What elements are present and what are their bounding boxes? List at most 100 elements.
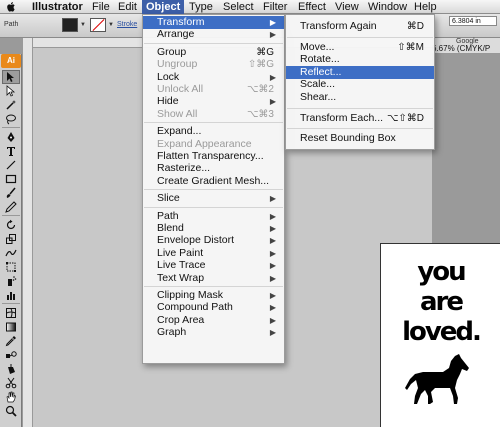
transform-menu-item-rotate[interactable]: Rotate... [286, 53, 434, 66]
submenu-arrow-icon: ▶ [269, 72, 276, 82]
menu-item-label: Scale... [300, 78, 336, 91]
object-menu-item-crop-area[interactable]: Crop Area ▶ [143, 314, 284, 327]
menu-type[interactable]: Type [185, 0, 217, 14]
artboard[interactable]: you are loved. [380, 243, 500, 427]
direct-selection-tool-icon[interactable] [2, 84, 20, 98]
transform-menu-item-reflect[interactable]: Reflect... [286, 65, 434, 79]
object-menu-item-create-gradient-mesh[interactable]: Create Gradient Mesh... [143, 175, 284, 188]
object-menu-item-graph[interactable]: Graph ▶ [143, 326, 284, 339]
object-menu-item-clipping-mask[interactable]: Clipping Mask ▶ [143, 289, 284, 302]
live-paint-tool-icon[interactable] [2, 362, 20, 376]
menu-separator [144, 206, 283, 208]
object-menu-item-lock[interactable]: Lock ▶ [143, 71, 284, 84]
object-menu-item-transform[interactable]: Transform ▶ [143, 16, 284, 29]
object-menu-item-text-wrap[interactable]: Text Wrap ▶ [143, 272, 284, 285]
menu-separator [287, 36, 433, 38]
menu-item-shortcut: ⇧⌘G [247, 59, 274, 71]
menu-item-label: Blend [157, 222, 184, 234]
object-menu-item-flatten-transparency[interactable]: Flatten Transparency... [143, 150, 284, 163]
scale-tool-icon[interactable] [2, 232, 20, 246]
menu-help[interactable]: Help [410, 0, 441, 14]
menu-item-label: Live Trace [157, 259, 206, 272]
menu-item-label: Rotate... [300, 53, 340, 66]
stroke-color-swatch[interactable] [90, 18, 106, 32]
type-tool-icon[interactable] [2, 144, 20, 158]
object-menu-item-envelope-distort[interactable]: Envelope Distort ▶ [143, 234, 284, 247]
chevron-down-icon[interactable]: ▼ [80, 22, 86, 28]
pen-tool-icon[interactable] [2, 130, 20, 144]
eyedropper-tool-icon[interactable] [2, 334, 20, 348]
object-menu-item-rasterize[interactable]: Rasterize... [143, 162, 284, 175]
object-menu-item-blend[interactable]: Blend ▶ [143, 222, 284, 235]
fill-color-swatch[interactable] [62, 18, 78, 32]
zoom-tool-icon[interactable] [2, 404, 20, 418]
document-info: Google 6.67% (CMYK/P [432, 38, 500, 54]
transform-menu-item-transform-each[interactable]: Transform Each... ⌥⇧⌘D [286, 112, 434, 125]
submenu-arrow-icon: ▶ [269, 236, 276, 246]
stroke-label-link[interactable]: Stroke [117, 21, 137, 28]
object-menu-item-compound-path[interactable]: Compound Path ▶ [143, 301, 284, 314]
submenu-arrow-icon: ▶ [269, 18, 276, 27]
poster-text-line: loved. [402, 317, 482, 347]
x-position-field[interactable]: 6.3804 in [449, 16, 497, 26]
menu-item-label: Lock [157, 70, 180, 83]
transform-menu-item-scale[interactable]: Scale... [286, 78, 434, 91]
rectangle-tool-icon[interactable] [2, 172, 20, 186]
object-menu-item-slice[interactable]: Slice ▶ [143, 192, 284, 205]
object-menu-item-path[interactable]: Path ▶ [143, 210, 284, 223]
apple-icon[interactable] [6, 1, 16, 13]
transform-menu-item-shear[interactable]: Shear... [286, 91, 434, 104]
menu-item-label: Compound Path [157, 301, 233, 314]
scissors-tool-icon[interactable] [2, 376, 20, 390]
menu-item-shortcut: ⌥⌘3 [246, 108, 274, 120]
transform-menu-item-reset-bounding-box[interactable]: Reset Bounding Box [286, 132, 434, 145]
lasso-tool-icon[interactable] [2, 112, 20, 126]
hand-tool-icon[interactable] [2, 390, 20, 404]
menu-view[interactable]: View [331, 0, 363, 14]
column-graph-tool-icon[interactable] [2, 288, 20, 302]
object-menu-item-hide[interactable]: Hide ▶ [143, 95, 284, 108]
menu-separator [144, 122, 283, 124]
horse-icon[interactable] [403, 352, 473, 406]
mesh-tool-icon[interactable] [2, 306, 20, 320]
selection-tool-icon[interactable] [2, 70, 20, 84]
menu-item-label: Group [157, 45, 187, 58]
pencil-tool-icon[interactable] [2, 200, 20, 214]
menu-item-label: Expand... [157, 125, 202, 138]
object-menu-item-expand[interactable]: Expand... [143, 125, 284, 138]
menu-app-name[interactable]: Illustrator [28, 0, 87, 14]
free-transform-tool-icon[interactable] [2, 260, 20, 274]
paintbrush-tool-icon[interactable] [2, 186, 20, 200]
object-menu-item-live-paint[interactable]: Live Paint ▶ [143, 247, 284, 260]
gradient-tool-icon[interactable] [2, 320, 20, 334]
menu-item-label: Live Paint [157, 246, 204, 259]
object-menu-item-live-trace[interactable]: Live Trace ▶ [143, 259, 284, 272]
menu-edit[interactable]: Edit [114, 0, 141, 14]
menu-item-label: Reset Bounding Box [300, 132, 396, 145]
transform-menu-item-move[interactable]: Move... ⇧⌘M [286, 41, 434, 54]
menu-object[interactable]: Object [142, 0, 185, 14]
submenu-arrow-icon: ▶ [269, 303, 276, 313]
vertical-ruler[interactable] [23, 38, 33, 427]
menu-item-shortcut: ⌥⇧⌘D [386, 112, 424, 124]
magic-wand-tool-icon[interactable] [2, 98, 20, 112]
rotate-tool-icon[interactable] [2, 218, 20, 232]
object-menu-item-arrange[interactable]: Arrange ▶ [143, 28, 284, 41]
transform-menu-item-transform-again[interactable]: Transform Again ⌘D [286, 20, 434, 33]
menu-separator [287, 107, 433, 109]
chevron-down-icon[interactable]: ▼ [108, 22, 114, 28]
symbol-sprayer-tool-icon[interactable] [2, 274, 20, 288]
menu-file[interactable]: File [88, 0, 114, 14]
line-tool-icon[interactable] [2, 158, 20, 172]
menu-select[interactable]: Select [219, 0, 258, 14]
menu-effect[interactable]: Effect [294, 0, 330, 14]
object-menu-item-group[interactable]: Group ⌘G [143, 46, 284, 59]
menu-item-shortcut: ⇧⌘M [397, 41, 424, 53]
menu-window[interactable]: Window [364, 0, 411, 14]
blend-tool-icon[interactable] [2, 348, 20, 362]
menu-item-label: Text Wrap [157, 271, 205, 284]
menu-item-label: Show All [157, 107, 198, 120]
warp-tool-icon[interactable] [2, 246, 20, 260]
menu-filter[interactable]: Filter [259, 0, 291, 14]
menu-item-label: Crop Area [157, 313, 205, 326]
